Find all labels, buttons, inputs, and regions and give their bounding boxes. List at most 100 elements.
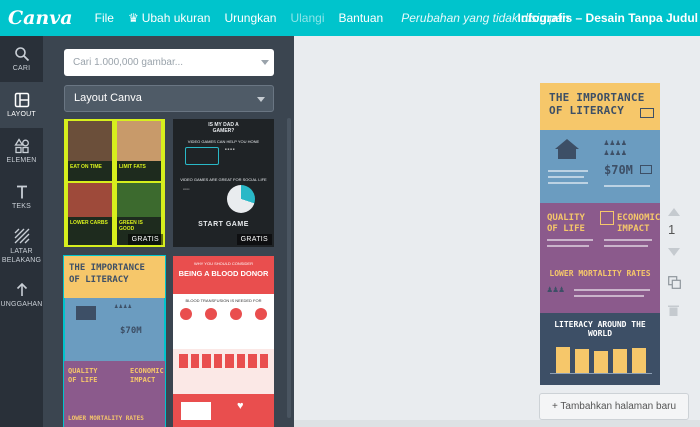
people-icon: ♟♟♟♟ <box>604 138 628 147</box>
info-text-line <box>547 239 593 241</box>
info-chart-bar <box>575 349 589 373</box>
chart-icon <box>600 211 614 225</box>
template-pie <box>227 185 255 213</box>
category-select[interactable]: Layout Canva <box>64 85 274 112</box>
shapes-icon <box>13 138 29 154</box>
template-text: LIMIT FATS <box>117 161 161 181</box>
sidebar-item-text[interactable]: TEKS <box>0 174 43 220</box>
move-down-icon[interactable] <box>668 248 680 256</box>
info-quality: QUALITY OF LIFE <box>547 213 585 234</box>
menu-resize-label: Ubah ukuran <box>141 11 211 25</box>
template-text: LOWER MORTALITY RATES <box>68 415 144 422</box>
sidebar-item-label: CARI <box>12 65 31 72</box>
info-text-line <box>574 289 650 291</box>
menu-file[interactable]: File <box>95 11 114 25</box>
sidebar-rail: CARI LAYOUT ELEMEN TEKS LATAR BELAKANG U… <box>0 36 43 427</box>
menu-help[interactable]: Bantuan <box>339 11 384 25</box>
info-world-section: LITERACY AROUND THE WORLD <box>540 313 660 385</box>
sidebar-item-uploads[interactable]: UNGGAHAN <box>0 272 43 318</box>
move-up-icon[interactable] <box>668 208 680 216</box>
template-photo <box>68 183 112 217</box>
chevron-down-icon <box>257 97 265 102</box>
sidebar-item-label: UNGGAHAN <box>0 301 43 308</box>
template-text: ECONOMIC IMPACT <box>130 367 164 384</box>
sidebar-item-label: TEKS <box>11 203 32 210</box>
sidebar-item-label: LAYOUT <box>7 111 36 118</box>
free-badge: GRATIS <box>127 234 163 245</box>
infographic-page[interactable]: THE IMPORTANCE OF LITERACY ♟♟♟♟ ♟♟♟♟ $70M… <box>540 83 660 385</box>
template-gamer-dad[interactable]: IS MY DAD A GAMER? VIDEO GAMES CAN HELP Y… <box>173 119 274 247</box>
book-icon <box>640 108 654 118</box>
info-impact-section: QUALITY OF LIFE ECONOMIC IMPACT LOWER MORT… <box>540 203 660 313</box>
template-photo <box>68 121 112 161</box>
info-mortality: LOWER MORTALITY RATES <box>549 269 651 278</box>
chevron-down-icon <box>261 60 269 65</box>
template-photo <box>117 121 161 161</box>
template-blood-bags <box>179 354 268 368</box>
people-icon: ♟♟♟♟ <box>604 148 628 157</box>
gamepad-icon <box>185 147 219 165</box>
panel-scrollbar[interactable] <box>287 118 291 418</box>
template-text: VIDEO GAMES ARE GREAT FOR SOCIAL LIFE <box>180 177 267 182</box>
blood-icon <box>230 308 243 320</box>
template-literacy[interactable]: THE IMPORTANCE OF LITERACY ♟♟♟♟ $70M QUAL… <box>63 255 166 427</box>
info-chart-axis <box>550 373 652 374</box>
top-bar: Canva File ♛ Ubah ukuran Urungkan Ulangi … <box>0 0 700 36</box>
sidebar-item-background[interactable]: LATAR BELAKANG <box>0 220 43 272</box>
info-world-title: LITERACY AROUND THE WORLD <box>554 320 646 338</box>
menu-redo[interactable]: Ulangi <box>290 11 324 25</box>
text-icon <box>16 185 27 199</box>
menu-resize[interactable]: ♛ Ubah ukuran <box>128 11 210 25</box>
sidebar-item-layout[interactable]: LAYOUT <box>0 82 43 128</box>
canvas-scrollbar[interactable] <box>294 420 700 427</box>
house-icon <box>76 306 96 320</box>
blood-icon <box>255 308 268 320</box>
template-text: ▪▪▪▪▪▪ <box>183 187 190 191</box>
search-icon <box>14 47 29 62</box>
sidebar-item-search[interactable]: CARI <box>0 36 43 82</box>
template-blood-donor[interactable]: WHY YOU SHOULD CONSIDER BEING A BLOOD DO… <box>173 256 274 427</box>
info-chart-bar <box>556 347 570 373</box>
info-chart-bar <box>594 351 608 373</box>
add-page-button[interactable]: + Tambahkan halaman baru <box>539 393 689 420</box>
template-text: THE IMPORTANCE OF LITERACY <box>64 256 165 298</box>
info-stats-section: ♟♟♟♟ ♟♟♟♟ $70M <box>540 130 660 203</box>
layout-panel: Layout Canva EAT ON TIME LIMIT FATS LOWE… <box>43 36 294 427</box>
sidebar-item-label: LATAR BELAKANG <box>1 247 42 264</box>
info-economic: ECONOMIC IMPACT <box>617 213 661 234</box>
info-text-line <box>548 170 588 172</box>
info-text-line <box>604 245 648 247</box>
template-text: VIDEO GAMES CAN HELP YOU HONE <box>187 139 260 144</box>
house-icon <box>555 139 579 159</box>
delete-page-icon[interactable] <box>668 304 679 316</box>
template-text: LOWER CARBS <box>68 217 112 245</box>
template-icons <box>173 308 274 320</box>
info-text-line <box>548 182 588 184</box>
people-icon: ♟♟♟ <box>547 285 565 295</box>
sidebar-item-label: ELEMEN <box>6 157 37 164</box>
template-chart <box>181 402 211 420</box>
layout-icon <box>14 92 29 108</box>
sidebar-item-elements[interactable]: ELEMEN <box>0 128 43 174</box>
free-badge: GRATIS <box>236 234 272 245</box>
search-input[interactable] <box>64 49 274 76</box>
menu-undo[interactable]: Urungkan <box>224 11 276 25</box>
money-icon <box>640 165 652 174</box>
document-title[interactable]: Infografis – Desain Tanpa Judul <box>518 0 700 36</box>
info-text-line <box>604 239 652 241</box>
template-header: WHY YOU SHOULD CONSIDER BEING A BLOOD DO… <box>173 256 274 294</box>
template-text: BEING A BLOOD DONOR <box>178 269 269 278</box>
template-text: QUALITY OF LIFE <box>68 367 98 384</box>
template-healthy-eating[interactable]: EAT ON TIME LIMIT FATS LOWER CARBS GREEN… <box>64 119 165 247</box>
category-select-value: Layout Canva <box>74 92 142 104</box>
blood-icon <box>204 308 217 320</box>
upload-icon <box>16 282 27 296</box>
people-icon: ♟♟♟♟ <box>114 304 132 310</box>
template-text: BLOOD TRANSFUSION IS NEEDED FOR <box>185 298 262 303</box>
info-chart-bar <box>613 349 627 373</box>
info-text-line <box>604 185 650 187</box>
duplicate-page-icon[interactable] <box>668 276 681 289</box>
canva-logo[interactable]: Canva <box>8 7 73 29</box>
heart-icon: ♥ <box>237 400 244 412</box>
template-section: BLOOD TRANSFUSION IS NEEDED FOR <box>173 294 274 349</box>
